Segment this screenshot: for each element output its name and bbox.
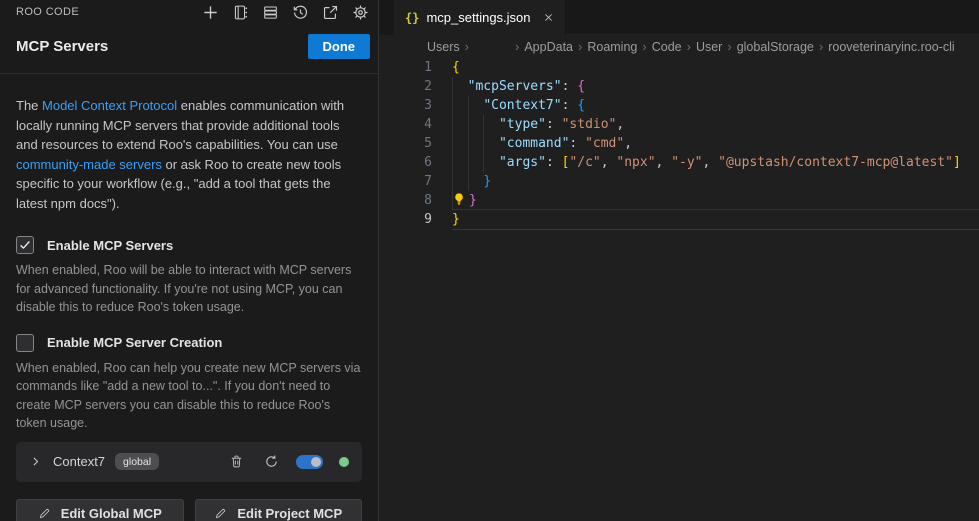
plus-icon[interactable]	[198, 0, 222, 24]
line-number: 1	[379, 58, 432, 77]
server-enabled-toggle[interactable]	[296, 455, 323, 469]
line-number: 5	[379, 134, 432, 153]
breadcrumb-item[interactable]: Users	[427, 40, 460, 54]
server-name: Context7	[53, 454, 105, 469]
done-button[interactable]: Done	[308, 34, 371, 59]
line-number: 9	[379, 210, 432, 229]
close-icon	[543, 12, 554, 23]
line-number: 2	[379, 77, 432, 96]
editor-tab-bar: {} mcp_settings.json	[379, 0, 979, 35]
edit-global-mcp-label: Edit Global MCP	[61, 506, 162, 521]
intro-text: The	[16, 98, 42, 113]
breadcrumb-separator: ›	[465, 39, 469, 54]
enable-mcp-creation-checkbox[interactable]	[16, 334, 34, 352]
code-line[interactable]: 9}	[379, 210, 979, 229]
panel-header: ROO CODE	[0, 0, 378, 24]
trash-icon	[229, 454, 244, 469]
breadcrumb-item[interactable]: globalStorage	[737, 40, 814, 54]
toggle-knob	[311, 457, 321, 467]
enable-mcp-servers-label: Enable MCP Servers	[47, 238, 173, 253]
model-context-protocol-link[interactable]: Model Context Protocol	[42, 98, 177, 113]
breadcrumb-item[interactable]: AppData	[524, 40, 573, 54]
mcp-edit-buttons: Edit Global MCP Edit Project MCP	[16, 499, 362, 521]
enable-mcp-servers-row: Enable MCP Servers	[16, 236, 362, 254]
chevron-right-icon[interactable]	[29, 455, 42, 468]
sidebar-toolbar	[198, 0, 372, 24]
pencil-icon	[38, 507, 51, 520]
code-line[interactable]: 3 "Context7": {	[379, 96, 979, 115]
page-title: MCP Servers	[16, 38, 108, 55]
notepad-icon[interactable]	[228, 0, 252, 24]
enable-mcp-servers-description: When enabled, Roo will be able to intera…	[16, 261, 362, 317]
edit-global-mcp-button[interactable]: Edit Global MCP	[16, 499, 184, 521]
check-icon	[18, 238, 32, 252]
code-line-text: "command": "cmd",	[432, 134, 632, 153]
panel-title: ROO CODE	[16, 6, 79, 18]
community-made-servers-link[interactable]: community-made servers	[16, 157, 162, 172]
code-line[interactable]: 6 "args": ["/c", "npx", "-y", "@upstash/…	[379, 153, 979, 172]
enable-mcp-creation-label: Enable MCP Server Creation	[47, 335, 222, 350]
pencil-icon	[214, 507, 227, 520]
breadcrumb-separator: ›	[578, 39, 582, 54]
tab-label: mcp_settings.json	[426, 10, 530, 25]
code-line-text: }	[432, 210, 460, 229]
code-line[interactable]: 8}	[379, 191, 979, 210]
server-row-context7[interactable]: Context7 global	[16, 442, 362, 482]
breadcrumb-item[interactable]: Code	[652, 40, 682, 54]
code-area[interactable]: 1{2 "mcpServers": {3 "Context7": {4 "typ…	[379, 58, 979, 521]
breadcrumb-separator: ›	[515, 39, 519, 54]
line-number: 3	[379, 96, 432, 115]
line-number: 7	[379, 172, 432, 191]
code-line[interactable]: 1{	[379, 58, 979, 77]
code-line-text: {	[432, 58, 460, 77]
code-line-text: }	[432, 191, 477, 210]
open-external-icon[interactable]	[318, 0, 342, 24]
code-line-text: "Context7": {	[432, 96, 585, 115]
edit-project-mcp-button[interactable]: Edit Project MCP	[195, 499, 363, 521]
intro-paragraph: The Model Context Protocol enables commu…	[16, 96, 362, 213]
tab-bar-empty-space	[566, 0, 979, 35]
gear-icon[interactable]	[348, 0, 372, 24]
server-scope-badge: global	[115, 453, 159, 470]
breadcrumb: Users › › AppData › Roaming › Code › User › globalS…	[379, 35, 979, 58]
code-line-text: "type": "stdio",	[432, 115, 624, 134]
breadcrumb-separator: ›	[727, 39, 731, 54]
code-line[interactable]: 2 "mcpServers": {	[379, 77, 979, 96]
json-file-icon: {}	[405, 11, 419, 25]
line-number: 8	[379, 191, 432, 210]
code-line-text: }	[432, 172, 491, 191]
lightbulb-icon[interactable]	[452, 192, 468, 206]
code-line[interactable]: 7 }	[379, 172, 979, 191]
enable-mcp-servers-checkbox[interactable]	[16, 236, 34, 254]
delete-server-button[interactable]	[229, 454, 244, 469]
enable-mcp-creation-row: Enable MCP Server Creation	[16, 334, 362, 352]
close-tab-button[interactable]	[543, 12, 554, 23]
app-window: ROO CODE MCP Servers Done The Model Cont…	[0, 0, 979, 521]
code-line[interactable]: 4 "type": "stdio",	[379, 115, 979, 134]
editor-group: {} mcp_settings.json Users › › AppData › Roam…	[379, 0, 979, 521]
breadcrumb-item[interactable]: User	[696, 40, 722, 54]
breadcrumb-separator: ›	[642, 39, 646, 54]
refresh-icon	[264, 454, 279, 469]
tab-mcp-settings-json[interactable]: {} mcp_settings.json	[394, 0, 566, 35]
line-number: 6	[379, 153, 432, 172]
server-status-dot	[339, 457, 349, 467]
restart-server-button[interactable]	[264, 454, 279, 469]
mcp-settings-content: The Model Context Protocol enables commu…	[0, 74, 378, 521]
edit-project-mcp-label: Edit Project MCP	[237, 506, 342, 521]
breadcrumb-separator: ›	[819, 39, 823, 54]
roo-code-panel: ROO CODE MCP Servers Done The Model Cont…	[0, 0, 379, 521]
line-number: 4	[379, 115, 432, 134]
code-line[interactable]: 5 "command": "cmd",	[379, 134, 979, 153]
breadcrumb-separator: ›	[687, 39, 691, 54]
code-line-text: "args": ["/c", "npx", "-y", "@upstash/co…	[432, 153, 961, 172]
history-icon[interactable]	[288, 0, 312, 24]
mcp-servers-icon[interactable]	[258, 0, 282, 24]
code-line-text: "mcpServers": {	[432, 77, 585, 96]
enable-mcp-creation-description: When enabled, Roo can help you create ne…	[16, 359, 362, 433]
breadcrumb-item[interactable]: Roaming	[587, 40, 637, 54]
mcp-header-row: MCP Servers Done	[0, 24, 378, 74]
breadcrumb-item[interactable]: rooveterinaryinc.roo-cli	[828, 40, 954, 54]
